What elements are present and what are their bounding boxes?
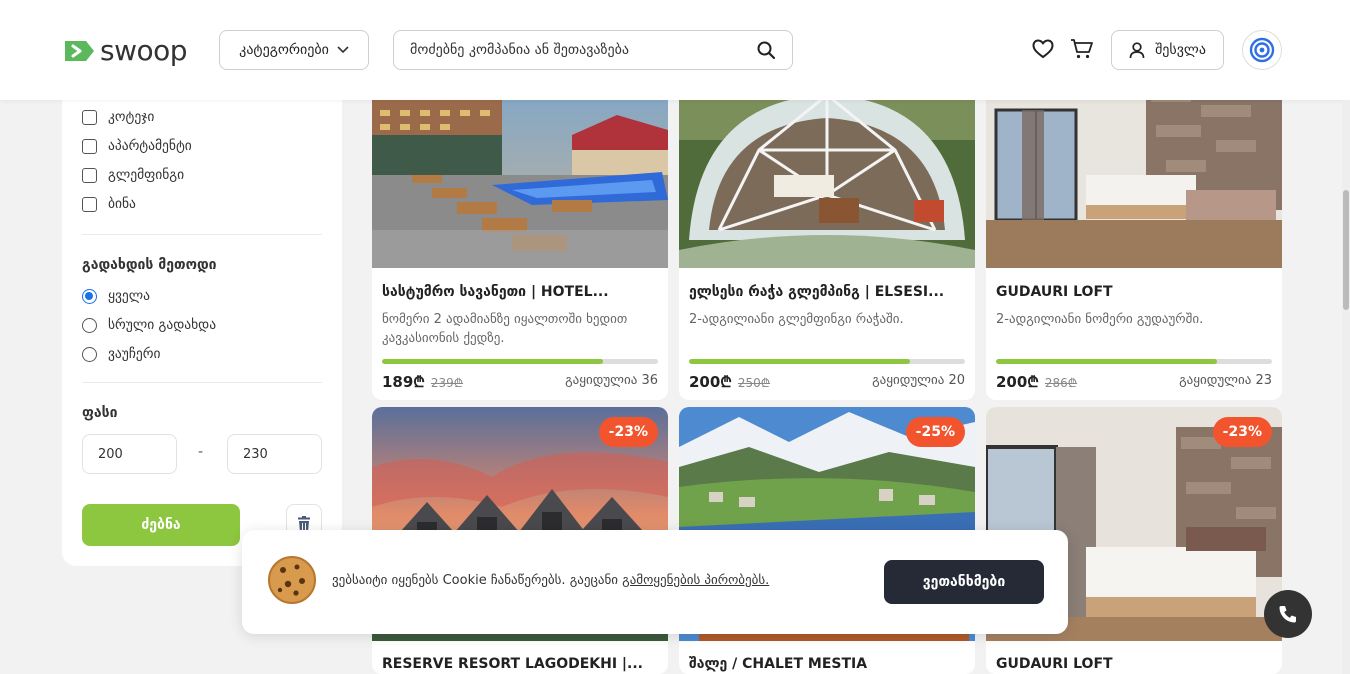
page-scrollbar[interactable]	[1342, 100, 1350, 674]
search-input[interactable]	[410, 42, 756, 58]
payment-method-title: გადახდის მეთოდი	[82, 257, 217, 273]
card-title[interactable]: შალე / CHALET MESTIA	[689, 656, 965, 672]
current-price: 189₾	[382, 373, 425, 391]
payment-option-all[interactable]: ყველა	[82, 288, 150, 304]
card-title[interactable]: სასტუმრო სავანეთი | HOTEL...	[382, 284, 658, 300]
glamping-dome-image	[679, 80, 975, 268]
hotel-pool-image	[372, 80, 668, 268]
search-icon[interactable]	[756, 40, 776, 60]
card-price: 200₾ 286₾	[996, 372, 1077, 392]
filter-checkbox-apartment[interactable]: აპარტამენტი	[82, 138, 192, 154]
filter-checkbox-cottage[interactable]: კოტეჯი	[82, 109, 154, 125]
sold-progress-bar	[689, 359, 965, 364]
cookie-icon	[268, 556, 316, 604]
price-min-input[interactable]: 200	[82, 434, 177, 474]
old-price: 286₾	[1044, 376, 1078, 390]
card-price: 189₾ 239₾	[382, 372, 463, 392]
login-label: შესვლა	[1155, 42, 1206, 58]
sold-count: გაყიდულია 36	[565, 373, 658, 388]
search-bar	[393, 30, 793, 70]
checkbox[interactable]	[82, 196, 97, 212]
chevron-down-icon	[337, 46, 349, 54]
checkbox-label: კოტეჯი	[108, 109, 155, 125]
sold-count: გაყიდულია 20	[872, 373, 965, 388]
filter-checkbox-flat[interactable]: ბინა	[82, 196, 136, 212]
cookie-message-text: ვებსაიტი იყენებს Cookie ჩანაწერებს. გაეც…	[332, 573, 623, 588]
card-title[interactable]: GUDAURI LOFT	[996, 284, 1272, 300]
terms-link[interactable]: გამოყენების პირობებს.	[622, 573, 769, 588]
progress-fill	[382, 359, 603, 364]
site-header: swoop კატეგორიები შესვლა	[0, 0, 1350, 100]
cart-icon	[1071, 39, 1093, 59]
login-button[interactable]: შესვლა	[1111, 30, 1224, 70]
checkbox-label: აპარტამენტი	[108, 138, 192, 154]
phone-icon	[1279, 606, 1296, 623]
user-icon	[1129, 41, 1145, 58]
payment-option-voucher[interactable]: ვაუჩერი	[82, 346, 160, 362]
agree-button[interactable]: ვეთანხმები	[884, 560, 1044, 604]
offer-card[interactable]: GUDAURI LOFT 2-ადგილიანი ნომერი გუდაურში…	[986, 80, 1282, 400]
logo-text: swoop	[100, 34, 188, 67]
sold-progress-bar	[996, 359, 1272, 364]
checkbox-label: გლემფინგი	[108, 167, 185, 183]
progress-fill	[689, 359, 910, 364]
brand-circle-icon	[1249, 37, 1275, 63]
current-price: 200₾	[689, 373, 732, 391]
heart-icon	[1032, 39, 1054, 59]
radio-button[interactable]	[82, 317, 97, 333]
scrollbar-thumb[interactable]	[1343, 190, 1349, 310]
categories-label: კატეგორიები	[239, 42, 329, 58]
discount-badge: -23%	[1212, 417, 1272, 447]
card-title[interactable]: GUDAURI LOFT	[996, 656, 1272, 672]
price-separator: -	[198, 444, 204, 460]
divider	[82, 234, 322, 235]
cart-button[interactable]	[1069, 36, 1095, 62]
old-price: 239₾	[430, 376, 464, 390]
filter-checkbox-glamping[interactable]: გლემფინგი	[82, 167, 184, 183]
sold-progress-bar	[382, 359, 658, 364]
card-description: 2-ადგილიანი გლემფინგი რაჭაში.	[689, 312, 904, 327]
filter-search-button[interactable]: ძებნა	[82, 504, 240, 546]
discount-badge: -25%	[905, 417, 965, 447]
checkbox-label: ბინა	[108, 196, 136, 212]
cookie-message: ვებსაიტი იყენებს Cookie ჩანაწერებს. გაეც…	[332, 573, 769, 588]
offer-card[interactable]: ელსესი რაჭა გლემპინგ | ELSESI... 2-ადგილ…	[679, 80, 975, 400]
offer-card[interactable]: სასტუმრო სავანეთი | HOTEL... ნომერი 2 ად…	[372, 80, 668, 400]
checkbox[interactable]	[82, 138, 97, 154]
progress-fill	[996, 359, 1217, 364]
price-max-input[interactable]: 230	[227, 434, 322, 474]
payment-option-full[interactable]: სრული გადახდა	[82, 317, 216, 333]
logo-mark-icon	[65, 40, 94, 61]
current-price: 200₾	[996, 373, 1039, 391]
categories-button[interactable]: კატეგორიები	[219, 30, 369, 70]
card-title[interactable]: ელსესი რაჭა გლემპინგ | ELSESI...	[689, 284, 965, 300]
old-price: 250₾	[737, 376, 771, 390]
radio-label: ვაუჩერი	[108, 346, 161, 362]
price-title: ფასი	[82, 405, 118, 421]
radio-label: სრული გადახდა	[108, 317, 217, 333]
radio-button[interactable]	[82, 288, 97, 304]
brand-circle-button[interactable]	[1242, 30, 1282, 70]
swoop-logo[interactable]: swoop	[62, 34, 188, 67]
divider	[82, 382, 322, 383]
card-title[interactable]: RESERVE RESORT LAGODEKHI |...	[382, 656, 658, 672]
radio-button[interactable]	[82, 346, 97, 362]
sold-count: გაყიდულია 23	[1179, 373, 1272, 388]
discount-badge: -23%	[598, 417, 658, 447]
cookie-banner: ვებსაიტი იყენებს Cookie ჩანაწერებს. გაეც…	[242, 530, 1068, 634]
card-description: 2-ადგილიანი ნომერი გუდაურში.	[996, 312, 1204, 327]
call-button[interactable]	[1264, 590, 1312, 638]
wishlist-button[interactable]	[1030, 36, 1056, 62]
loft-room-image	[986, 80, 1282, 268]
checkbox[interactable]	[82, 167, 97, 183]
checkbox[interactable]	[82, 109, 97, 125]
card-price: 200₾ 250₾	[689, 372, 770, 392]
filter-sidebar: კოტეჯი აპარტამენტი გლემფინგი ბინა გადახდ…	[62, 80, 342, 566]
card-description: ნომერი 2 ადამიანზე იყალთოში ხედით კავკას…	[382, 312, 628, 346]
radio-label: ყველა	[108, 288, 150, 304]
